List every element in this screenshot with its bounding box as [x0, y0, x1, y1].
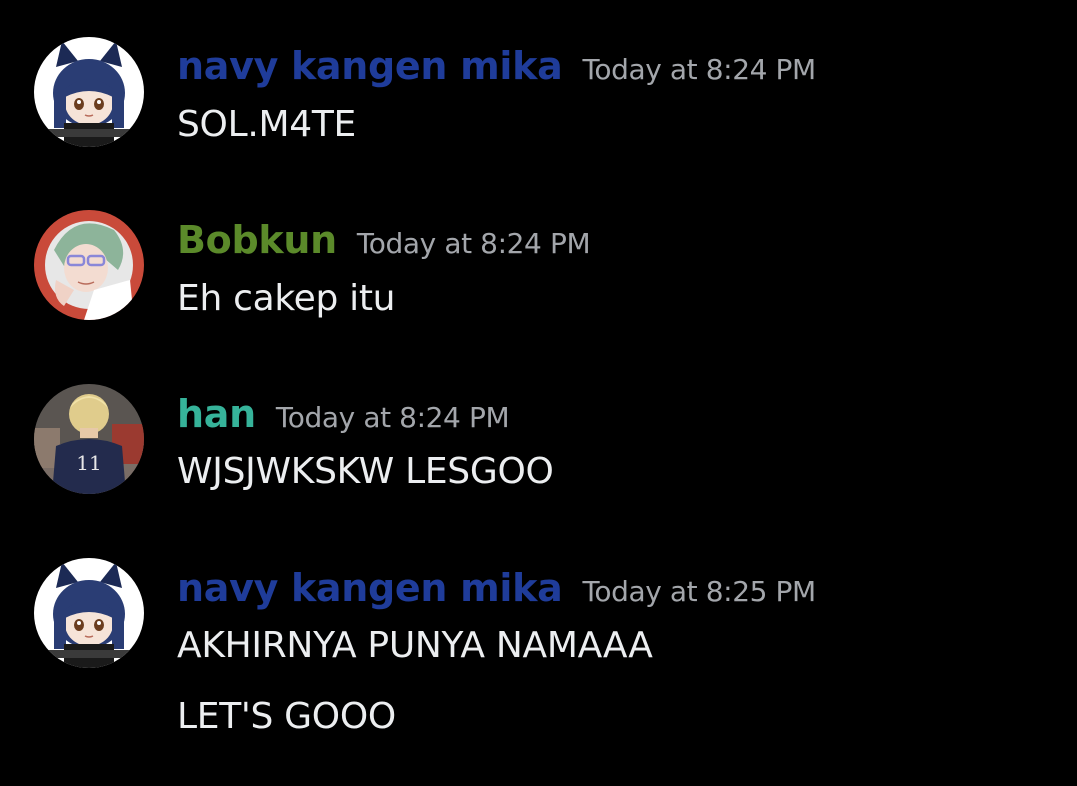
username[interactable]: han [177, 392, 256, 436]
timestamp[interactable]: Today at 8:24 PM [582, 53, 816, 86]
avatar[interactable] [34, 558, 144, 668]
timestamp[interactable]: Today at 8:24 PM [357, 227, 591, 260]
message-content: AKHIRNYA PUNYA NAMAAA [177, 625, 653, 666]
message-content: Eh cakep itu [177, 278, 396, 319]
avatar[interactable] [34, 210, 144, 320]
message-content: LET'S GOOO [177, 696, 396, 737]
avatar[interactable]: 11 [34, 384, 144, 494]
username[interactable]: Bobkun [177, 218, 337, 262]
username[interactable]: navy kangen mika [177, 566, 563, 610]
timestamp[interactable]: Today at 8:25 PM [582, 575, 816, 608]
username[interactable]: navy kangen mika [177, 44, 563, 88]
message-header: han Today at 8:24 PM [177, 392, 510, 436]
avatar[interactable] [34, 37, 144, 147]
message-header: navy kangen mika Today at 8:25 PM [177, 566, 816, 610]
jersey-number: 11 [76, 451, 101, 475]
message-header: navy kangen mika Today at 8:24 PM [177, 44, 816, 88]
message-content: SOL.M4TE [177, 104, 356, 145]
message-header: Bobkun Today at 8:24 PM [177, 218, 591, 262]
timestamp[interactable]: Today at 8:24 PM [276, 401, 510, 434]
chat-log: navy kangen mika Today at 8:24 PM SOL.M4T… [0, 0, 1077, 786]
message-content: WJSJWKSKW LESGOO [177, 451, 554, 492]
